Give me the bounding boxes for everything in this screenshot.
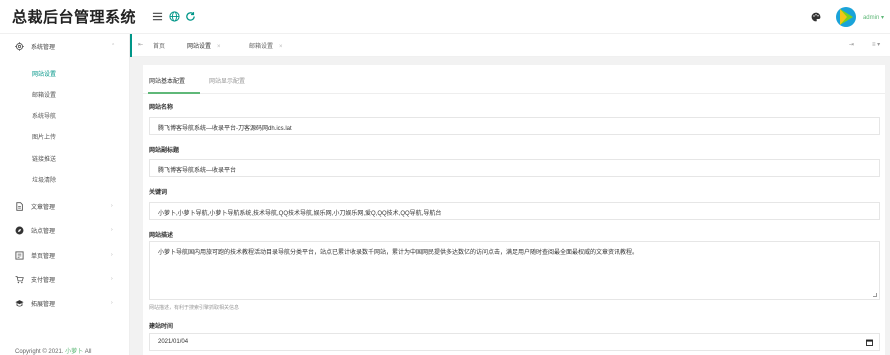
palette-icon[interactable]	[811, 12, 821, 22]
sidebar-item-label: 网站设置	[32, 71, 57, 78]
sidebar-group-label: 单页管理	[31, 253, 56, 260]
sidebar-group-articles[interactable]: 文章管理 ›	[0, 195, 130, 217]
sidebar-item-site-settings[interactable]: 网站设置	[0, 62, 129, 84]
subtitle-value: 腾飞博客导航系统—收录平台	[158, 168, 237, 174]
sidebar-group-sites[interactable]: 站点管理 ›	[0, 219, 130, 241]
user-area: admin ▾	[811, 5, 884, 29]
menu-icon[interactable]	[151, 10, 163, 22]
tab-display-config[interactable]: 网站显示配置	[209, 76, 245, 85]
sidebar-group-system[interactable]: 系统管理 ⌃	[0, 35, 130, 57]
sidebar-item-label: 垃圾清除	[32, 177, 57, 184]
site-name-label: 网站名称	[149, 105, 174, 111]
scroll-left-icon[interactable]: ⇤	[138, 41, 143, 48]
tab-email-settings[interactable]: 邮箱设置 ×	[249, 41, 283, 50]
page-icon	[15, 250, 24, 260]
tab-home[interactable]: 首页	[153, 41, 165, 50]
tab-basic-config[interactable]: 网站基本配置	[149, 76, 185, 85]
calendar-icon[interactable]	[866, 339, 873, 346]
sidebar-group-label: 支付管理	[31, 277, 56, 284]
sidebar-item-label: 系统导航	[32, 113, 57, 120]
sidebar-item-link-push[interactable]: 链接推送	[0, 147, 129, 169]
sidebar-item-label: 链接推送	[32, 156, 57, 163]
copyright: Copyright © 2021. 小萝卜 All	[15, 346, 91, 355]
sidebar-group-label: 文章管理	[31, 204, 56, 211]
sidebar-group-payment[interactable]: 支付管理 ›	[0, 268, 130, 290]
site-name-value: 腾飞博客导航系统—收录平台-刀客源码网dh.ics.lat	[158, 126, 292, 132]
extend-icon	[15, 299, 24, 308]
settings-tabs: 网站基本配置 网站显示配置	[143, 65, 885, 94]
refresh-icon[interactable]	[184, 10, 196, 22]
chevron-right-icon: ›	[111, 300, 113, 306]
sidebar-item-label: 邮箱设置	[32, 92, 57, 99]
description-value: 小萝卜导航国内用旅可跑的技术教程活动目录导航分类平台，站点已累计收录数千网站，累…	[158, 250, 639, 256]
document-icon	[15, 201, 24, 211]
gear-icon	[15, 41, 24, 51]
keywords-input[interactable]: 小萝卜,小萝卜导航,小萝卜导航系统,技术导航,QQ技术导航,娱乐网,小刀娱乐网,…	[149, 202, 880, 220]
description-label: 网站描述	[149, 233, 174, 239]
sidebar-group-label: 系统管理	[31, 44, 56, 51]
avatar[interactable]	[835, 6, 857, 28]
sidebar-group-extend[interactable]: 拓展管理 ›	[0, 292, 130, 314]
close-icon[interactable]: ×	[279, 44, 283, 50]
settings-card: 网站基本配置 网站显示配置 网站名称 腾飞博客导航系统—收录平台-刀客源码网dh…	[143, 65, 885, 355]
tab-site-settings[interactable]: 网站设置 ×	[187, 41, 221, 50]
scroll-right-icon[interactable]: ⇥	[849, 41, 854, 48]
cart-icon	[15, 275, 24, 284]
subtitle-label: 网站副标题	[149, 148, 180, 154]
sidebar-item-label: 图片上传	[32, 134, 57, 141]
top-header: 总裁后台管理系统 admin ▾	[0, 0, 890, 34]
site-name-input[interactable]: 腾飞博客导航系统—收录平台-刀客源码网dh.ics.lat	[149, 117, 880, 135]
sidebar-group-label: 拓展管理	[31, 301, 56, 308]
resize-handle[interactable]	[873, 293, 877, 297]
close-icon[interactable]: ×	[217, 44, 221, 50]
admin-dropdown[interactable]: admin ▾	[863, 14, 884, 21]
sidebar: 系统管理 ⌃ 网站设置 邮箱设置 系统导航 图片上传 链接推送 垃圾清除 文章管…	[0, 34, 130, 355]
copyright-text: All	[83, 349, 92, 355]
tab-label: 邮箱设置	[249, 44, 274, 50]
active-tab-indicator	[148, 92, 200, 94]
sidebar-group-pages[interactable]: 单页管理 ›	[0, 244, 130, 266]
compass-icon	[15, 226, 24, 235]
build-date-input[interactable]: 2021/01/04	[149, 333, 880, 351]
description-help: 网站描述，有利于搜索引擎抓取相关信息	[149, 305, 240, 311]
app-title: 总裁后台管理系统	[12, 8, 137, 26]
sidebar-item-image-upload[interactable]: 图片上传	[0, 125, 129, 147]
subtitle-input[interactable]: 腾飞博客导航系统—收录平台	[149, 159, 880, 177]
tab-options-icon[interactable]: ≡ ▾	[872, 41, 880, 48]
build-date-label: 建站时间	[149, 324, 174, 330]
copyright-text: Copyright © 2021.	[15, 349, 66, 355]
tab-bar-accent	[130, 34, 132, 57]
build-date-value: 2021/01/04	[158, 339, 189, 345]
chevron-right-icon: ›	[111, 227, 113, 233]
tab-bar: ⇤ 首页 网站设置 × 邮箱设置 × ⇥ ≡ ▾	[130, 34, 890, 57]
chevron-up-icon: ⌃	[111, 43, 116, 49]
keywords-value: 小萝卜,小萝卜导航,小萝卜导航系统,技术导航,QQ技术导航,娱乐网,小刀娱乐网,…	[158, 211, 442, 217]
chevron-right-icon: ›	[111, 276, 113, 282]
tab-label: 网站设置	[187, 44, 212, 50]
chevron-right-icon: ›	[111, 252, 113, 258]
keywords-label: 关键词	[149, 190, 168, 196]
description-textarea[interactable]: 小萝卜导航国内用旅可跑的技术教程活动目录导航分类平台，站点已累计收录数千网站，累…	[149, 241, 880, 300]
tab-label: 首页	[153, 44, 166, 50]
globe-icon[interactable]	[168, 10, 180, 22]
sidebar-item-system-nav[interactable]: 系统导航	[0, 104, 129, 126]
main-content: 网站基本配置 网站显示配置 网站名称 腾飞博客导航系统—收录平台-刀客源码网dh…	[130, 57, 890, 355]
chevron-right-icon: ›	[111, 203, 113, 209]
copyright-author-link[interactable]: 小萝卜	[65, 349, 83, 355]
sidebar-item-email-settings[interactable]: 邮箱设置	[0, 83, 129, 105]
sidebar-item-garbage-clear[interactable]: 垃圾清除	[0, 168, 129, 190]
sidebar-group-label: 站点管理	[31, 228, 56, 235]
